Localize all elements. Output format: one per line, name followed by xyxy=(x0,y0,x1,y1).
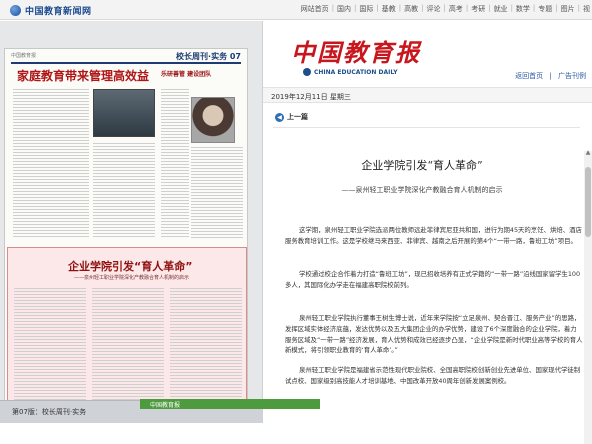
return-home-link[interactable]: 返回首页 xyxy=(513,72,545,80)
paper-text-block xyxy=(161,89,189,239)
paper-text-block xyxy=(92,288,164,412)
nav-commentary[interactable]: 评论 xyxy=(424,4,442,14)
article-paragraph: 泉州轻工职业学院执行董事王树生博士说，近年来学院按“立足泉州、契合晋江、服务产业… xyxy=(285,314,583,355)
paper-text-block xyxy=(191,147,243,239)
header-links: 返回首页 | 广告刊例 xyxy=(513,72,588,80)
page-tab-label: 第07版：校长周刊·实务 xyxy=(12,408,87,416)
paper-headline[interactable]: 家庭教育带来管理高效益 xyxy=(17,67,149,84)
paper-photo xyxy=(93,89,155,137)
nav-home[interactable]: 网站首页 xyxy=(299,4,331,14)
issue-date: 2019年12月11日 星期三 xyxy=(271,93,351,101)
brand-logo[interactable]: 中国教育报 xyxy=(291,33,421,68)
article-paragraph: 学校通过校企合作着力打造“鲁班工坊”，现已招收培养有正式学籍的“一带一路”沿线国… xyxy=(285,270,581,289)
paper-rule xyxy=(11,62,241,64)
paper-masthead: 中国教育报 xyxy=(11,53,37,59)
scrollbar-thumb[interactable] xyxy=(585,167,591,237)
nav-topics[interactable]: 专题 xyxy=(536,4,554,14)
article-panel: 中国教育报 CHINA EDUCATION DAILY 返回首页 | 广告刊例 … xyxy=(262,21,592,444)
nav-math[interactable]: 数学 xyxy=(514,4,532,14)
paper-section-title: 校长周刊·实务 07 xyxy=(176,52,241,61)
brand-subtitle-text: CHINA EDUCATION DAILY xyxy=(314,68,398,76)
prev-article-button[interactable]: ◀ 上一篇 xyxy=(275,112,308,122)
highlighted-article-subtitle: ——泉州轻工职业学院深化产教融合育人机制的启示 xyxy=(74,275,190,281)
nav-basic-edu[interactable]: 基教 xyxy=(380,4,398,14)
nav-gaokao[interactable]: 高考 xyxy=(447,4,465,14)
article-paragraph: 泉州轻工职业学院是福建省示范性现代职业院校、全国高职院校创新创业先进单位、国家现… xyxy=(285,366,581,385)
paper-portrait xyxy=(191,97,235,143)
newspaper-preview-panel: 中国教育报 校长周刊·实务 07 家庭教育带来管理高效益 乐研善管 建设团队 企… xyxy=(0,21,262,423)
nav-domestic[interactable]: 国内 xyxy=(335,4,353,14)
highlighted-article-title: 企业学院引发“育人革命” xyxy=(68,260,193,273)
prev-article-label: 上一篇 xyxy=(287,113,308,121)
date-bar: 2019年12月11日 星期三 xyxy=(263,87,592,103)
ad-rates-link[interactable]: 广告刊例 xyxy=(556,72,588,80)
scroll-up-icon[interactable]: ▲ xyxy=(584,149,592,157)
site-logo[interactable]: 中国教育新闻网 xyxy=(10,3,92,17)
newspaper-page[interactable]: 中国教育报 校长周刊·实务 07 家庭教育带来管理高效益 乐研善管 建设团队 企… xyxy=(4,48,248,420)
nav-international[interactable]: 国际 xyxy=(357,4,375,14)
divider xyxy=(273,127,580,128)
nav-photos[interactable]: 图片 xyxy=(559,4,577,14)
nav-video[interactable]: 视 xyxy=(581,4,592,14)
paper-text-block xyxy=(170,288,242,412)
brand-subtitle: CHINA EDUCATION DAILY xyxy=(303,68,398,76)
paper-text-block xyxy=(14,288,86,412)
arrow-left-icon: ◀ xyxy=(275,112,284,122)
nav-jobs[interactable]: 就业 xyxy=(492,4,510,14)
paper-sub-headline[interactable]: 乐研善管 建设团队 xyxy=(161,69,211,78)
top-bar: 中国教育新闻网 网站首页 | 国内 | 国际 | 基教 | 高教 | 评论 | 高考 | 考研… xyxy=(0,0,592,20)
paper-text-block xyxy=(13,89,89,239)
floating-bar-label: 中国教育报 xyxy=(150,402,181,409)
paper-highlighted-article[interactable]: 企业学院引发“育人革命” ——泉州轻工职业学院深化产教融合育人机制的启示 xyxy=(7,247,247,419)
top-nav: 网站首页 | 国内 | 国际 | 基教 | 高教 | 评论 | 高考 | 考研 | 就业 | 数学… xyxy=(299,4,592,14)
site-logo-text: 中国教育新闻网 xyxy=(25,6,92,17)
paper-text-block xyxy=(93,143,155,239)
article-paragraph: 这学期，泉州轻工职业学院选派两位教师远赴菲律宾尼亚共和国，进行为期45天的烹饪、… xyxy=(285,226,582,245)
article-title: 企业学院引发“育人革命” xyxy=(361,159,483,172)
brand-emblem-icon xyxy=(303,68,311,76)
nav-kaoyan[interactable]: 考研 xyxy=(469,4,487,14)
globe-icon xyxy=(10,4,21,16)
nav-higher-edu[interactable]: 高教 xyxy=(402,4,420,14)
article-subtitle: ——泉州轻工职业学院深化产教融合育人机制的启示 xyxy=(341,186,503,194)
